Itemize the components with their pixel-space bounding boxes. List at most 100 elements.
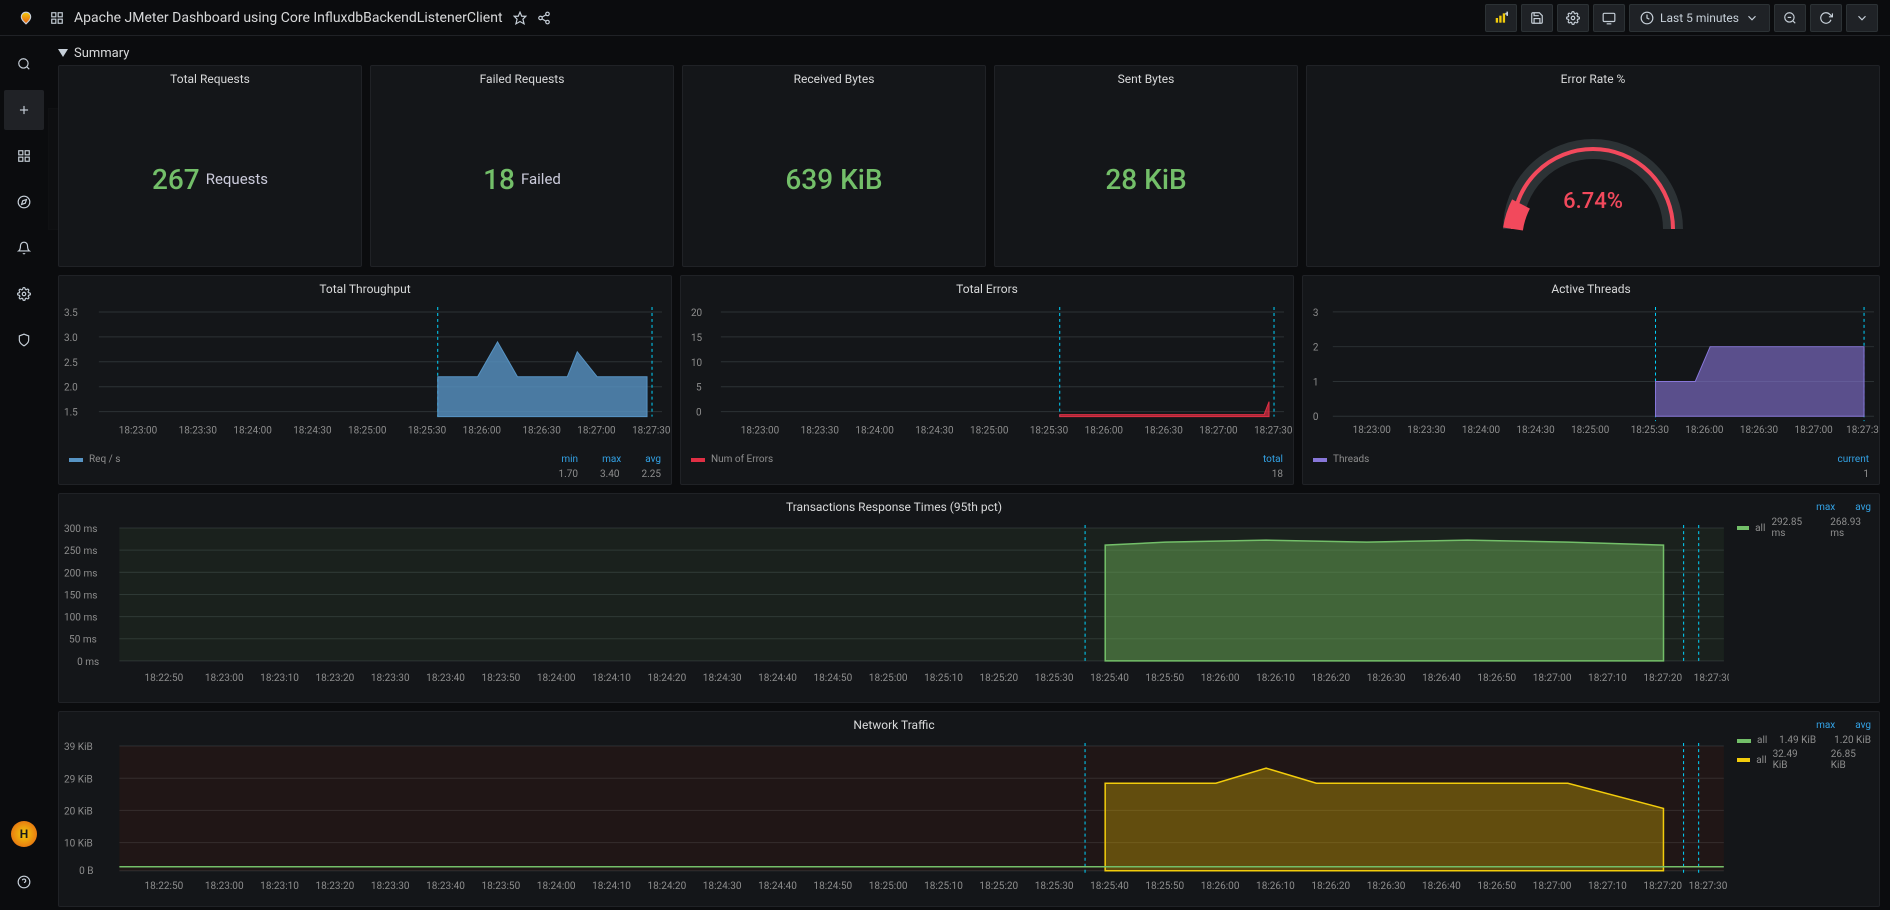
svg-text:18:27:00: 18:27:00 bbox=[1533, 881, 1572, 892]
panel-total-throughput[interactable]: Total Throughput 3.53.02.52.01.5 18:23:0… bbox=[58, 275, 672, 485]
zoom-out-button[interactable] bbox=[1774, 4, 1806, 32]
svg-text:18:27:30: 18:27:30 bbox=[1689, 881, 1728, 892]
star-icon[interactable] bbox=[513, 11, 527, 25]
settings-button[interactable] bbox=[1557, 4, 1589, 32]
svg-text:2.0: 2.0 bbox=[64, 383, 78, 394]
svg-text:3: 3 bbox=[1313, 308, 1319, 319]
svg-text:3.5: 3.5 bbox=[64, 308, 78, 319]
refresh-button[interactable] bbox=[1810, 4, 1842, 32]
svg-text:18:27:30: 18:27:30 bbox=[632, 426, 671, 437]
svg-text:20: 20 bbox=[691, 308, 703, 319]
svg-text:0: 0 bbox=[696, 408, 702, 419]
svg-text:2.5: 2.5 bbox=[64, 358, 78, 369]
sidebar-search[interactable] bbox=[4, 44, 44, 84]
svg-text:18:27:10: 18:27:10 bbox=[1588, 673, 1627, 684]
svg-text:18:25:50: 18:25:50 bbox=[1145, 881, 1184, 892]
svg-text:18:26:50: 18:26:50 bbox=[1477, 673, 1516, 684]
sidebar-help[interactable] bbox=[4, 862, 44, 902]
svg-text:18:26:50: 18:26:50 bbox=[1477, 881, 1516, 892]
time-range-picker[interactable]: Last 5 minutes bbox=[1629, 4, 1770, 32]
panel-active-threads[interactable]: Active Threads 3210 18:23:0018:23:3018:2… bbox=[1302, 275, 1880, 485]
svg-text:18:26:10: 18:26:10 bbox=[1256, 881, 1295, 892]
svg-text:18:26:20: 18:26:20 bbox=[1311, 673, 1350, 684]
panel-error-rate[interactable]: Error Rate % 6.74% bbox=[1306, 65, 1880, 267]
svg-text:18:23:50: 18:23:50 bbox=[482, 673, 521, 684]
svg-text:18:23:40: 18:23:40 bbox=[426, 881, 465, 892]
sidebar-user[interactable]: H bbox=[4, 814, 44, 854]
svg-text:18:25:50: 18:25:50 bbox=[1145, 673, 1184, 684]
stat-suffix: Failed bbox=[521, 170, 561, 188]
share-icon[interactable] bbox=[537, 11, 551, 25]
stat-value: 639 KiB bbox=[785, 163, 882, 196]
svg-text:18:24:30: 18:24:30 bbox=[703, 673, 742, 684]
svg-text:18:23:30: 18:23:30 bbox=[371, 881, 410, 892]
svg-text:18:23:30: 18:23:30 bbox=[179, 426, 218, 437]
panel-response-times[interactable]: Transactions Response Times (95th pct) 3… bbox=[58, 493, 1880, 703]
svg-text:18:23:00: 18:23:00 bbox=[205, 881, 244, 892]
stat-value: 18 bbox=[483, 163, 515, 196]
svg-text:18:26:00: 18:26:00 bbox=[1085, 426, 1124, 437]
svg-text:18:26:30: 18:26:30 bbox=[1367, 881, 1406, 892]
panel-title: Error Rate % bbox=[1307, 66, 1879, 92]
grafana-logo[interactable] bbox=[12, 4, 40, 32]
network-chart: 39 KiB29 KiB20 KiB10 KiB0 B 18:22:5018:2… bbox=[59, 738, 1729, 897]
svg-text:18:25:20: 18:25:20 bbox=[979, 881, 1018, 892]
sidebar-config[interactable] bbox=[4, 274, 44, 314]
svg-text:18:23:00: 18:23:00 bbox=[119, 426, 158, 437]
sidebar: H bbox=[0, 36, 48, 910]
svg-text:18:23:00: 18:23:00 bbox=[1353, 425, 1391, 436]
svg-text:18:24:20: 18:24:20 bbox=[647, 881, 686, 892]
svg-text:300 ms: 300 ms bbox=[64, 524, 97, 535]
svg-text:18:24:10: 18:24:10 bbox=[592, 673, 631, 684]
row-title: Summary bbox=[74, 46, 129, 61]
gauge-chart bbox=[1483, 109, 1703, 249]
sidebar-create[interactable] bbox=[4, 90, 44, 130]
panel-network-traffic[interactable]: Network Traffic 39 KiB29 KiB20 KiB10 KiB… bbox=[58, 711, 1880, 907]
svg-text:18:26:30: 18:26:30 bbox=[1740, 425, 1778, 436]
chevron-down-icon bbox=[1745, 11, 1759, 25]
svg-text:10: 10 bbox=[691, 358, 703, 369]
svg-text:18:24:00: 18:24:00 bbox=[537, 881, 576, 892]
svg-text:3.0: 3.0 bbox=[64, 333, 78, 344]
svg-text:18:26:00: 18:26:00 bbox=[1685, 425, 1723, 436]
panel-received-bytes[interactable]: Received Bytes 639 KiB bbox=[682, 65, 986, 267]
svg-text:18:25:40: 18:25:40 bbox=[1090, 673, 1129, 684]
svg-text:18:25:10: 18:25:10 bbox=[924, 881, 963, 892]
svg-text:18:24:40: 18:24:40 bbox=[758, 881, 797, 892]
svg-text:18:27:00: 18:27:00 bbox=[1199, 426, 1238, 437]
add-panel-button[interactable]: + bbox=[1485, 4, 1517, 32]
svg-text:18:27:00: 18:27:00 bbox=[1533, 673, 1572, 684]
panel-failed-requests[interactable]: Failed Requests 18 Failed bbox=[370, 65, 674, 267]
svg-text:18:25:30: 18:25:30 bbox=[1030, 426, 1069, 437]
svg-text:18:25:00: 18:25:00 bbox=[1571, 425, 1609, 436]
save-button[interactable] bbox=[1521, 4, 1553, 32]
svg-text:5: 5 bbox=[696, 383, 702, 394]
panel-total-errors[interactable]: Total Errors 20151050 18:23:0018:23:3018… bbox=[680, 275, 1294, 485]
main-content: Summary Total Requests 267Requests Faile… bbox=[48, 36, 1890, 910]
svg-text:18:22:50: 18:22:50 bbox=[145, 673, 184, 684]
svg-text:18:27:30: 18:27:30 bbox=[1694, 673, 1729, 684]
topbar: Apache JMeter Dashboard using Core Influ… bbox=[0, 0, 1890, 36]
panel-title: Failed Requests bbox=[371, 66, 673, 92]
sidebar-admin[interactable] bbox=[4, 320, 44, 360]
svg-text:18:25:30: 18:25:30 bbox=[1035, 673, 1074, 684]
sidebar-alerting[interactable] bbox=[4, 228, 44, 268]
svg-text:20 KiB: 20 KiB bbox=[64, 806, 93, 817]
stat-value: 267 bbox=[152, 163, 200, 196]
sidebar-dashboards[interactable] bbox=[4, 136, 44, 176]
time-range-label: Last 5 minutes bbox=[1660, 11, 1739, 25]
svg-text:1: 1 bbox=[1313, 377, 1319, 388]
svg-text:18:24:00: 18:24:00 bbox=[855, 426, 894, 437]
tv-mode-button[interactable] bbox=[1593, 4, 1625, 32]
row-summary-header[interactable]: Summary bbox=[58, 42, 1880, 65]
sidebar-explore[interactable] bbox=[4, 182, 44, 222]
svg-text:50 ms: 50 ms bbox=[69, 635, 97, 646]
panel-sent-bytes[interactable]: Sent Bytes 28 KiB bbox=[994, 65, 1298, 267]
panel-total-requests[interactable]: Total Requests 267Requests bbox=[58, 65, 362, 267]
svg-text:100 ms: 100 ms bbox=[64, 613, 97, 624]
refresh-interval-button[interactable] bbox=[1846, 4, 1878, 32]
response-times-chart: 300 ms250 ms200 ms150 ms100 ms50 ms0 ms … bbox=[59, 520, 1729, 691]
svg-text:18:26:30: 18:26:30 bbox=[522, 426, 561, 437]
svg-text:18:23:10: 18:23:10 bbox=[260, 673, 299, 684]
svg-text:18:26:20: 18:26:20 bbox=[1311, 881, 1350, 892]
